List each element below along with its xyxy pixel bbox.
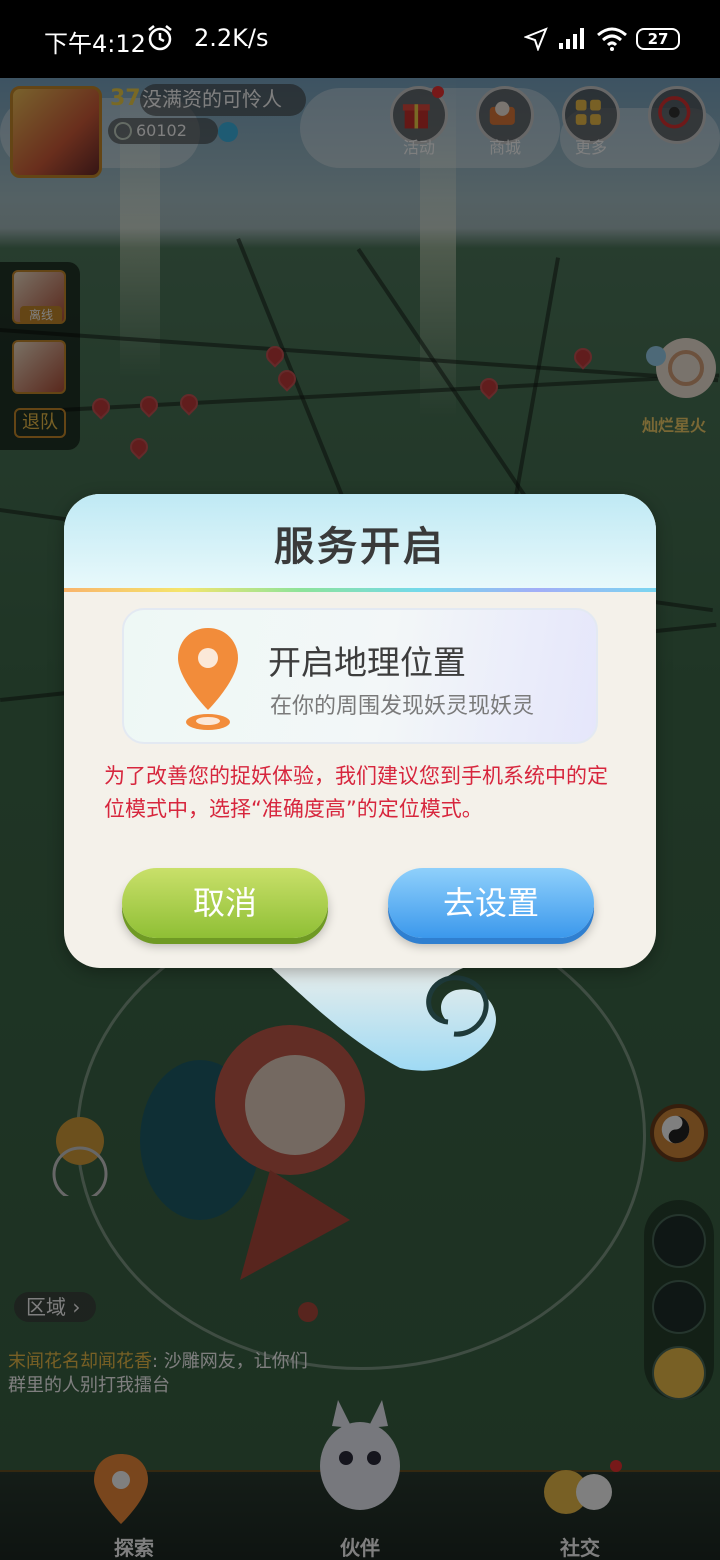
location-service-dialog: 服务开启 开启地理位置 在你的周围发现妖灵现妖灵 为了改善您的捉妖体验，我们建议…: [64, 494, 656, 968]
location-pin-icon: [178, 628, 238, 730]
card-subtitle: 在你的周围发现妖灵现妖灵: [270, 694, 535, 719]
header-divider: [64, 588, 656, 592]
battery-indicator: 27: [636, 28, 680, 50]
go-settings-button[interactable]: 去设置: [388, 868, 594, 938]
status-time: 下午4:12: [44, 30, 146, 58]
alarm-icon: [148, 25, 172, 51]
dialog-title: 服务开启: [274, 524, 446, 570]
card-title: 开启地理位置: [268, 643, 466, 682]
status-bar: 下午4:12 2.2K/s 27: [0, 0, 720, 78]
network-speed: 2.2K/s: [194, 24, 269, 52]
location-mode-notice: 为了改善您的捉妖体验，我们建议您到手机系统中的定位模式中，选择“准确度高”的定位…: [104, 764, 608, 821]
signal-icon: [559, 28, 584, 49]
wifi-icon: [597, 27, 627, 51]
location-card: 开启地理位置 在你的周围发现妖灵现妖灵: [122, 608, 598, 744]
cancel-button[interactable]: 取消: [122, 868, 328, 938]
location-arrow-icon: [524, 27, 548, 51]
